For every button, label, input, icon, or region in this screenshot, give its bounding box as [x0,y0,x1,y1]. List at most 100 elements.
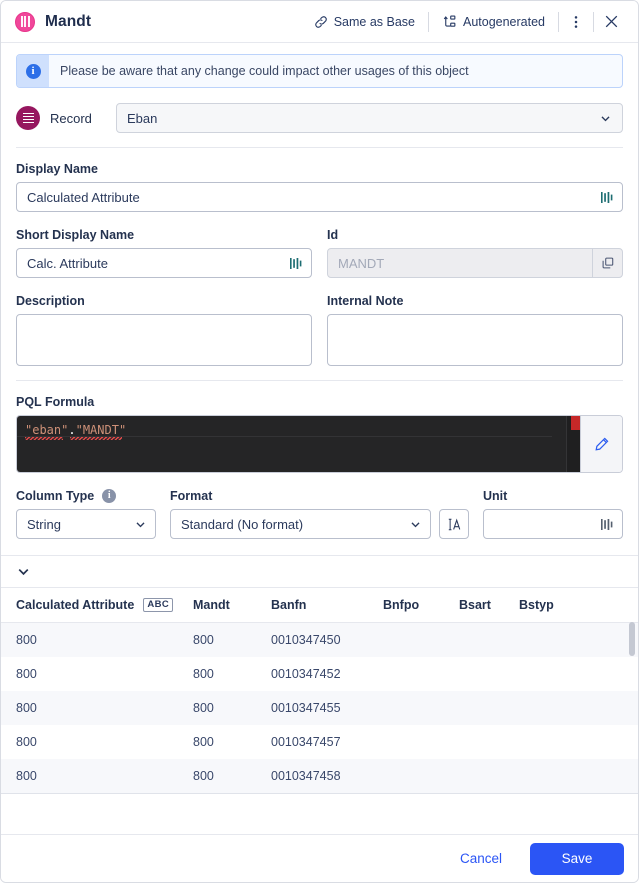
error-squiggle-2 [70,437,122,440]
cell-mandt: 800 [193,667,214,682]
column-header-bsart[interactable]: Bsart [459,588,519,624]
description-label: Description [16,294,85,308]
dialog-title-group: Mandt [15,11,92,32]
format-controls: Standard (No format) [170,509,469,539]
record-select[interactable]: Eban [116,103,623,133]
column-type-label-row: Column Type i [16,489,156,503]
pql-token-dot: . [68,423,76,437]
display-name-label: Display Name [16,162,98,176]
short-display-name-value: Calc. Attribute [27,255,108,271]
id-group: Id MANDT [327,228,623,278]
cell-banfn: 0010347455 [271,701,341,716]
variable-icon[interactable] [600,190,614,205]
preview-table-body: 800 800 0010347450 800 800 0010347452 80… [1,622,638,794]
column-header-calculated-attribute[interactable]: Calculated Attribute ABC [1,588,193,624]
column-type-label: Column Type [16,489,95,503]
pql-code-editor[interactable]: "eban"."MANDT" [17,416,566,472]
table-row[interactable]: 800 800 0010347458 [1,759,638,794]
cell-bnfpo [383,657,459,691]
pql-formula-group: PQL Formula "eban"."MANDT" [1,395,638,473]
header-divider-1 [427,11,429,32]
display-name-input[interactable]: Calculated Attribute [16,182,623,212]
autogenerated-button[interactable]: Autogenerated [431,9,556,35]
header-actions: Same as Base Autogenerated [303,1,626,42]
short-display-name-label: Short Display Name [16,228,135,242]
error-squiggle-1 [25,437,63,440]
save-button[interactable]: Save [530,842,624,875]
short-display-name-group: Short Display Name Calc. Attribute [16,228,312,278]
table-row[interactable]: 800 800 0010347450 [1,622,638,658]
pql-formula-editor-wrap: "eban"."MANDT" [16,415,623,473]
id-placeholder: MANDT [338,255,385,271]
chevron-down-icon [599,112,612,125]
table-header-row: Calculated Attribute ABC Mandt Banfn Bnf… [1,588,638,624]
internal-note-textarea[interactable] [327,314,623,366]
cell-bstyp [519,725,638,759]
same-as-base-button[interactable]: Same as Base [303,9,426,35]
more-vertical-icon[interactable] [561,9,591,35]
editor-minimap[interactable] [566,416,580,472]
short-display-name-input[interactable]: Calc. Attribute [16,248,312,278]
preview-collapse-toggle[interactable] [1,556,638,588]
record-label: Record [50,110,92,126]
abc-type-badge: ABC [143,598,174,613]
column-header-bnfpo[interactable]: Bnfpo [383,588,459,624]
header-divider-2 [558,11,559,32]
column-header-mandt[interactable]: Mandt [193,588,271,624]
pql-formula-label: PQL Formula [16,395,95,409]
format-group: Format Standard (No format) [170,489,469,539]
dialog-body: i Please be aware that any change could … [1,43,638,834]
cell-bsart [459,623,519,658]
column-type-select[interactable]: String [16,509,156,539]
description-group: Description [16,294,312,366]
display-name-group: Display Name Calculated Attribute [1,162,638,212]
table-vertical-scrollbar[interactable] [629,622,635,656]
cell-bstyp [519,657,638,691]
divider-top [16,147,623,148]
info-icon[interactable]: i [102,489,117,503]
description-textarea[interactable] [16,314,312,366]
info-banner-text: Please be aware that any change could im… [60,64,469,78]
pql-code-line: "eban"."MANDT" [25,423,126,440]
chevron-down-icon [134,518,147,531]
cancel-button[interactable]: Cancel [448,845,514,872]
unit-input[interactable] [483,509,623,539]
autogenerated-label: Autogenerated [462,14,545,29]
table-row[interactable]: 800 800 0010347457 [1,725,638,760]
cell-bnfpo [383,691,459,725]
pql-token-table: "eban" [25,423,69,437]
format-select[interactable]: Standard (No format) [170,509,431,539]
table-row[interactable]: 800 800 0010347452 [1,657,638,692]
table-row[interactable]: 800 800 0010347455 [1,691,638,726]
same-as-base-label: Same as Base [333,14,415,29]
pencil-icon[interactable] [580,416,622,472]
column-type-row: Column Type i String Format Standard (No… [16,489,623,539]
cell-bsart [459,691,519,725]
close-icon[interactable] [596,9,626,35]
cell-bstyp [519,759,638,793]
variable-icon[interactable] [289,256,303,271]
copy-icon[interactable] [592,249,622,277]
preview-table-wrap: Calculated Attribute ABC Mandt Banfn Bnf… [1,588,638,834]
column-header-banfn[interactable]: Banfn [271,588,383,624]
id-label: Id [327,228,339,242]
cell-mandt: 800 [193,633,214,648]
error-marker [571,416,580,430]
id-input: MANDT [327,248,623,278]
cell-bnfpo [383,759,459,793]
variable-icon[interactable] [600,517,614,532]
column-chart-icon [15,11,35,32]
text-format-icon[interactable] [439,509,469,539]
unit-label: Unit [483,489,508,503]
cell-bsart [459,657,519,691]
attribute-editor-dialog: Mandt Same as Base Autogenerated i Pleas… [0,0,639,883]
header-divider-3 [593,11,594,32]
page-title: Mandt [45,12,92,30]
cell-bstyp [519,691,638,725]
column-header-bstyp[interactable]: Bstyp [519,588,638,624]
chevron-down-icon [16,564,31,579]
display-name-value: Calculated Attribute [27,189,140,205]
short-name-id-row: Short Display Name Calc. Attribute Id MA… [16,228,623,278]
cell-banfn: 0010347458 [271,769,341,784]
record-table-icon [16,106,40,130]
